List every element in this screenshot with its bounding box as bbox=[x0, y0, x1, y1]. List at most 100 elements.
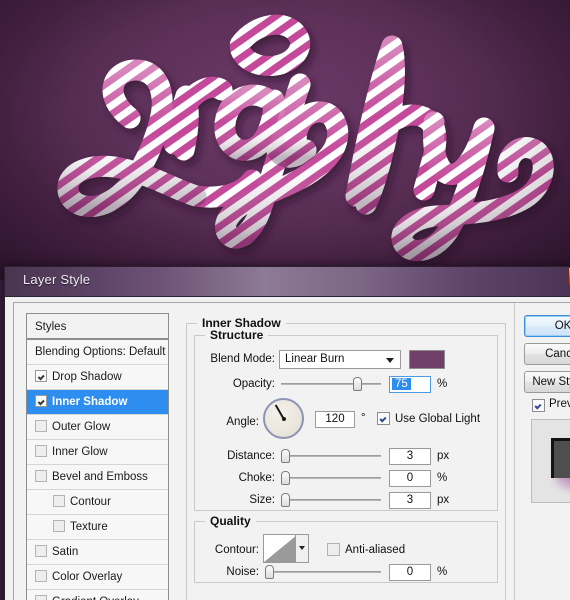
blend-mode-value: Linear Burn bbox=[285, 353, 345, 365]
sidebar-item-color-overlay[interactable]: Color Overlay bbox=[27, 565, 168, 590]
sidebar-item-texture[interactable]: Texture bbox=[27, 515, 168, 540]
artwork-vignette bbox=[0, 0, 570, 280]
distance-row: Distance: 3 px bbox=[203, 448, 493, 466]
choke-input[interactable]: 0 bbox=[389, 470, 431, 487]
dialog-body: Styles Blending Options: Default Drop Sh… bbox=[5, 297, 570, 600]
checkbox-icon[interactable] bbox=[53, 520, 65, 532]
sidebar-item-blending-options[interactable]: Blending Options: Default bbox=[27, 340, 168, 365]
angle-value: 120 bbox=[325, 413, 345, 425]
size-unit: px bbox=[437, 494, 450, 506]
use-global-light-label: Use Global Light bbox=[395, 413, 481, 425]
angle-unit: ° bbox=[361, 412, 366, 424]
slider-track bbox=[281, 383, 381, 385]
distance-slider[interactable] bbox=[281, 449, 381, 463]
angle-row: Angle: 120 ° Use Global Light bbox=[203, 398, 493, 442]
opacity-input[interactable]: 75 bbox=[389, 376, 431, 393]
size-value: 3 bbox=[406, 494, 414, 506]
slider-knob[interactable] bbox=[281, 493, 290, 507]
styles-list-header: Styles bbox=[27, 314, 168, 340]
new-style-button[interactable]: New Style... bbox=[524, 371, 570, 393]
sidebar-item-label: Contour bbox=[70, 496, 111, 508]
contour-picker[interactable] bbox=[263, 534, 309, 563]
use-global-light-checkbox[interactable] bbox=[377, 412, 390, 425]
sidebar-item-inner-shadow[interactable]: Inner Shadow bbox=[27, 390, 168, 415]
rope-lettering-artwork bbox=[0, 0, 570, 280]
structure-group: Structure Blend Mode: Linear Burn Opacit… bbox=[194, 328, 498, 511]
sidebar-item-gradient-overlay[interactable]: Gradient Overlay bbox=[27, 590, 168, 600]
preview-thumbnail bbox=[531, 419, 570, 503]
distance-value: 3 bbox=[406, 450, 414, 462]
checkbox-icon[interactable] bbox=[35, 370, 47, 382]
slider-knob[interactable] bbox=[281, 449, 290, 463]
sidebar-item-contour[interactable]: Contour bbox=[27, 490, 168, 515]
noise-input[interactable]: 0 bbox=[389, 564, 431, 581]
sidebar-item-inner-glow[interactable]: Inner Glow bbox=[27, 440, 168, 465]
size-slider[interactable] bbox=[281, 493, 381, 507]
chevron-down-icon bbox=[386, 358, 394, 363]
blend-mode-label: Blend Mode: bbox=[210, 353, 275, 365]
choke-value: 0 bbox=[406, 472, 414, 484]
sidebar-item-outer-glow[interactable]: Outer Glow bbox=[27, 415, 168, 440]
checkbox-icon[interactable] bbox=[35, 595, 47, 600]
angle-input[interactable]: 120 bbox=[315, 411, 355, 428]
sidebar-item-label: Drop Shadow bbox=[52, 371, 122, 383]
sidebar-item-label: Gradient Overlay bbox=[52, 596, 139, 600]
ok-button[interactable]: OK bbox=[524, 315, 570, 337]
slider-track bbox=[265, 571, 381, 573]
checkbox-icon[interactable] bbox=[35, 420, 47, 432]
blend-mode-select[interactable]: Linear Burn bbox=[279, 350, 401, 369]
size-row: Size: 3 px bbox=[203, 492, 493, 510]
preview-label: Preview bbox=[549, 398, 570, 410]
opacity-slider[interactable] bbox=[281, 377, 381, 391]
distance-input[interactable]: 3 bbox=[389, 448, 431, 465]
dialog-titlebar[interactable]: Layer Style bbox=[5, 267, 570, 297]
blend-mode-row: Blend Mode: Linear Burn bbox=[203, 350, 493, 370]
dialog-inner-frame: Styles Blending Options: Default Drop Sh… bbox=[13, 302, 570, 600]
slider-track bbox=[281, 455, 381, 457]
styles-list[interactable]: Styles Blending Options: Default Drop Sh… bbox=[26, 313, 169, 600]
sidebar-item-label: Blending Options: Default bbox=[35, 346, 166, 358]
sidebar-item-label: Outer Glow bbox=[52, 421, 111, 433]
slider-track bbox=[281, 477, 381, 479]
layer-style-dialog: Layer Style Styles Blending Options: Def… bbox=[4, 266, 570, 600]
inner-shadow-options-pane: Inner Shadow Structure Blend Mode: Linea… bbox=[186, 313, 506, 600]
size-input[interactable]: 3 bbox=[389, 492, 431, 509]
noise-slider[interactable] bbox=[265, 565, 381, 579]
angle-dial[interactable] bbox=[263, 398, 304, 439]
sidebar-item-drop-shadow[interactable]: Drop Shadow bbox=[27, 365, 168, 390]
opacity-unit: % bbox=[437, 378, 448, 390]
shadow-color-swatch[interactable] bbox=[409, 350, 445, 369]
contour-thumbnail-icon bbox=[264, 535, 297, 562]
choke-label: Choke: bbox=[238, 472, 275, 484]
angle-dial-hub bbox=[281, 416, 286, 421]
preview-checkbox[interactable] bbox=[532, 399, 545, 412]
cancel-button[interactable]: Cancel bbox=[524, 343, 570, 365]
checkbox-icon[interactable] bbox=[53, 495, 65, 507]
sidebar-item-bevel-and-emboss[interactable]: Bevel and Emboss bbox=[27, 465, 168, 490]
structure-group-title: Structure bbox=[205, 328, 269, 342]
sidebar-item-label: Satin bbox=[52, 546, 79, 558]
sidebar-item-label: Inner Shadow bbox=[52, 396, 128, 408]
checkbox-icon[interactable] bbox=[35, 545, 47, 557]
checkbox-icon[interactable] bbox=[35, 470, 47, 482]
slider-knob[interactable] bbox=[265, 565, 274, 579]
slider-knob[interactable] bbox=[353, 377, 362, 391]
choke-unit: % bbox=[437, 472, 448, 484]
quality-group-title: Quality bbox=[205, 514, 256, 528]
choke-slider[interactable] bbox=[281, 471, 381, 485]
sidebar-item-label: Texture bbox=[70, 521, 108, 533]
slider-knob[interactable] bbox=[281, 471, 290, 485]
sidebar-item-label: Inner Glow bbox=[52, 446, 108, 458]
anti-aliased-label: Anti-aliased bbox=[345, 544, 406, 556]
sidebar-item-satin[interactable]: Satin bbox=[27, 540, 168, 565]
noise-unit: % bbox=[437, 566, 448, 578]
checkbox-icon[interactable] bbox=[35, 570, 47, 582]
dialog-actions: OK Cancel New Style... Preview bbox=[514, 313, 570, 600]
preview-square bbox=[551, 438, 570, 478]
contour-row: Contour: Anti-aliased bbox=[203, 534, 493, 564]
anti-aliased-checkbox[interactable] bbox=[327, 543, 340, 556]
checkbox-icon[interactable] bbox=[35, 395, 47, 407]
slider-track bbox=[281, 499, 381, 501]
checkbox-icon[interactable] bbox=[35, 445, 47, 457]
chevron-down-icon[interactable] bbox=[295, 535, 308, 562]
